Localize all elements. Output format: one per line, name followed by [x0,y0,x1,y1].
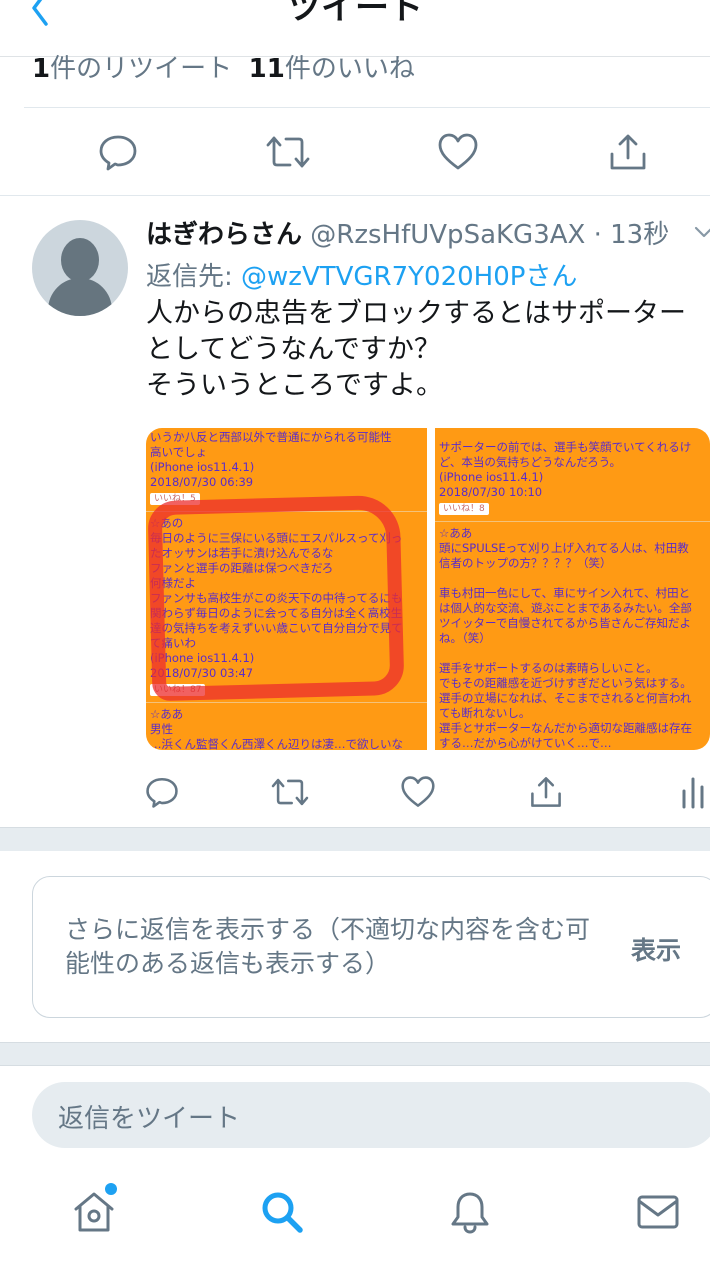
media-image-right[interactable]: サポーターの前では、選手も笑顔でいてくれるけ ど、本当の気持ちどうなんだろう。 … [435,428,710,750]
actions-divider [0,195,710,196]
right-block-1: サポーターの前では、選手も笑顔でいてくれるけ ど、本当の気持ちどうなんだろう。 … [439,440,706,517]
show-more-text: さらに返信を表示する（不適切な内容を含む可能性のある返信も表示する） [65,915,591,978]
media-line: ☆ああ [439,526,473,540]
share-icon [610,134,646,170]
analytics-icon [682,777,704,809]
notifications-icon [451,1192,489,1234]
tweet-menu-button[interactable] [692,220,710,244]
chevron-down-icon [694,226,710,238]
media-line: 男性 [150,722,173,736]
messages-icon [637,1195,679,1229]
reply-to-mention[interactable]: @wzVTVGR7Y020H0Pさん [241,262,577,292]
media-line: …浜くん監督くん西澤くん辺りは凄…で欲しいな [150,737,403,750]
media-divider [146,702,427,703]
media-line: ても断れないし。 [439,706,531,720]
reply-to-label: 返信先: [146,262,242,292]
like-count[interactable]: 11 [249,54,285,84]
reply-button[interactable] [138,768,186,816]
show-more-replies[interactable]: さらに返信を表示する（不適切な内容を含む可能性のある返信も表示する） 表示 [32,876,710,1018]
tab-search[interactable] [258,1188,306,1236]
author-handle[interactable]: @RzsHfUVpSaKG3AX [310,220,585,250]
media-line: する…だから心がけていく…で… [439,736,612,750]
section-separator [0,827,710,851]
retweet-button[interactable] [264,128,312,176]
heart-icon [401,776,435,807]
media-line: ☆ああ [150,707,184,721]
avatar-shoulders-shape [48,278,112,316]
stats-row: 1件のリツイート 11件のいいね [0,40,710,88]
retweet-icon [271,778,309,806]
stats-text: 1件のリツイート 11件のいいね [32,48,415,85]
retweet-icon [266,136,310,168]
reply-button[interactable] [94,128,142,176]
author-name[interactable]: はぎわらさん [146,220,302,250]
media-line: 信者のトップの方？？？？（笑） [439,556,612,570]
home-icon [74,1192,114,1232]
like-button[interactable] [434,128,482,176]
media-line: でもその距離感を近づけすぎだという気はする。 [439,676,692,690]
media-line: 選手の立場になれば、そこまでされると何言われ [439,691,692,705]
media-line: 車も村田一色にして、車にサイン入れて、村田と [439,586,691,600]
reply-icon [99,135,137,171]
right-block-2: ☆ああ 頭にSPULSEって刈り上げ入れてる人は、村田教 信者のトップの方？？？… [439,526,706,571]
top-bar: ツイート [0,0,710,40]
like-button[interactable] [394,768,442,816]
tweet-time[interactable]: 13秒 [610,220,669,250]
reply-tweet-actions [0,768,710,816]
search-icon [262,1192,303,1233]
tab-notifications[interactable] [446,1188,494,1236]
media-line: 選手をサポートするのは素晴らしいこと。 [439,661,658,675]
page-title: ツイート [287,0,423,28]
left-block-3: ☆ああ 男性 …浜くん監督くん西澤くん辺りは凄…で欲しいな [150,707,423,750]
analytics-button[interactable] [676,768,710,816]
home-notification-dot [105,1183,117,1195]
share-icon [531,777,561,807]
media-line: 選手とサポーターなんだから適切な距離感は存在 [439,721,692,735]
media-line: 2018/07/30 06:39 [150,475,254,489]
media-line: (iPhone ios11.4.1) [439,470,544,484]
heart-icon [438,133,478,170]
media-line: 2018/07/30 10:10 [439,485,543,499]
right-block-3: 車も村田一色にして、車にサイン入れて、村田と は個人的な交流、遊ぶことまであるみ… [439,586,706,646]
media-divider [435,521,710,522]
time-separator: · [585,220,611,250]
retweet-button[interactable] [266,768,314,816]
retweet-label[interactable]: 件のリツイート [50,54,232,84]
media-image-left[interactable]: いうか八反と西部以外で普通にかられる可能性 高いでしょ (iPhone ios1… [146,428,427,750]
media-gap [427,428,435,750]
media-line: いうか八反と西部以外で普通にかられる可能性 [150,430,392,444]
tweet-header: はぎわらさん @RzsHfUVpSaKG3AX · 13秒 [146,214,710,254]
media-line: ツイッターで自慢されてるから皆さんご存知だよ [439,616,691,630]
left-block-1: いうか八反と西部以外で普通にかられる可能性 高いでしょ (iPhone ios1… [150,430,423,507]
red-marker-annotation [147,494,405,702]
reply-input-placeholder[interactable]: 返信をツイート [58,1098,240,1135]
media-like-badge: いいね！8 [439,503,489,515]
tab-home[interactable] [70,1188,118,1236]
tab-messages[interactable] [634,1188,682,1236]
tweet-text: 人からの忠告をブロックするとはサポーター としてどうなんですか？ そういうところ… [146,298,686,401]
media-line: ど、本当の気持ちどうなんだろう。 [439,455,622,469]
media-line: 高いでしょ [150,445,208,459]
retweet-count[interactable]: 1 [32,54,50,84]
media-line: (iPhone ios11.4.1) [150,460,255,474]
avatar[interactable] [32,220,128,316]
tweet-media[interactable]: いうか八反と西部以外で普通にかられる可能性 高いでしょ (iPhone ios1… [146,428,710,750]
media-line: ね。（笑） [439,631,491,645]
section-separator [0,1042,710,1066]
share-button[interactable] [522,768,570,816]
right-block-4: 選手をサポートするのは素晴らしいこと。 でもその距離感を近づけすぎだという気はす… [439,661,706,750]
media-line: サポーターの前では、選手も笑顔でいてくれるけ [439,440,692,454]
share-button[interactable] [604,128,652,176]
main-tweet-actions [0,120,710,184]
stats-divider [24,107,710,108]
media-line: は個人的な交流、遊ぶことまであるみたい。全部 [439,601,692,615]
reply-to-line: 返信先: @wzVTVGR7Y020H0Pさん [146,256,577,293]
show-more-button[interactable]: 表示 [631,931,681,967]
avatar-head-shape [61,238,99,282]
like-label[interactable]: 件のいいね [285,54,415,84]
reply-icon [146,777,178,808]
media-line: 頭にSPULSEって刈り上げ入れてる人は、村田教 [439,541,689,555]
